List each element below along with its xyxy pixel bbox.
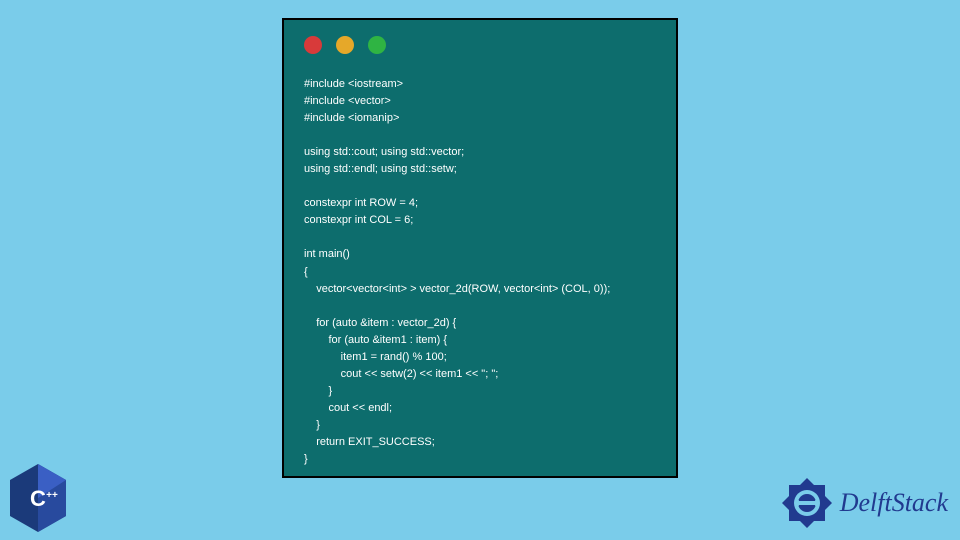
code-content: #include <iostream> #include <vector> #i… [284, 64, 676, 488]
brand-name: DelftStack [840, 488, 948, 518]
maximize-icon [368, 36, 386, 54]
window-traffic-lights [284, 20, 676, 64]
brand-logo: DelftStack [780, 476, 948, 530]
svg-text:++: ++ [46, 490, 58, 501]
close-icon [304, 36, 322, 54]
brand-emblem-icon [780, 476, 834, 530]
cpp-badge-icon: C ++ [6, 462, 70, 534]
minimize-icon [336, 36, 354, 54]
code-window: #include <iostream> #include <vector> #i… [282, 18, 678, 478]
svg-text:C: C [30, 486, 46, 511]
